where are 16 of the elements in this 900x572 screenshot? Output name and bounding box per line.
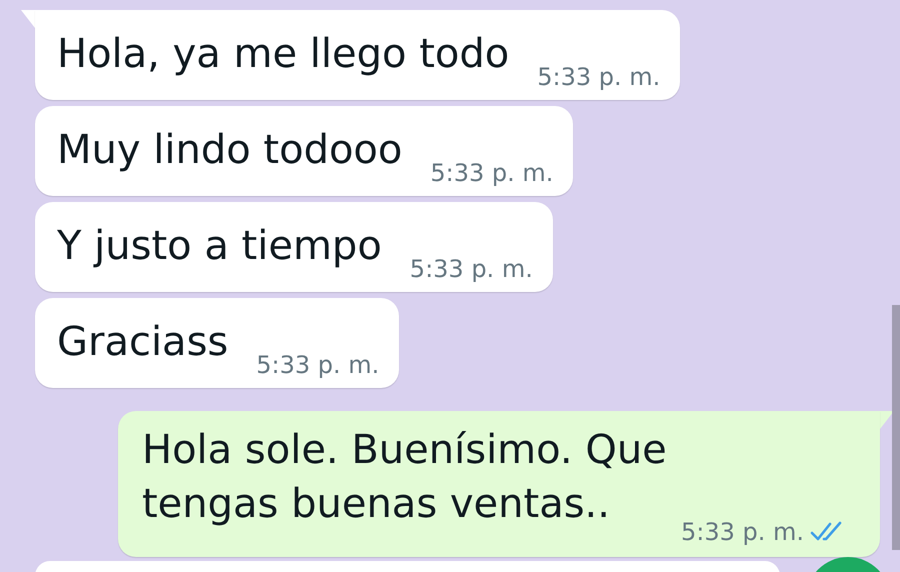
message-bubble[interactable]: Graciass 5:33 p. m. (35, 298, 400, 388)
message-text: Muy lindo todooo (57, 127, 402, 173)
message-time: 5:33 p. m. (680, 517, 804, 547)
message-bubble[interactable]: Hola, ya me llego todo 5:33 p. m. (35, 10, 680, 100)
message-time: 5:33 p. m. (537, 62, 660, 92)
message-text: Y justo a tiempo (57, 223, 382, 269)
message-bubble[interactable]: Y justo a tiempo 5:33 p. m. (35, 202, 553, 292)
scrollbar[interactable] (892, 305, 900, 550)
message-text: Hola, ya me llego todo (57, 31, 510, 77)
message-bubble[interactable]: Hola sole. Buenísimo. Que tengas buenas ventas.. 5:33 p. m. (118, 411, 880, 557)
message-text: Hola sole. Buenísimo. Que tengas buenas ventas.. (142, 426, 668, 529)
message-time: 5:33 p. m. (410, 254, 533, 284)
message-time: 5:33 p. m. (256, 350, 380, 380)
message-bubble[interactable]: Muy lindo todooo 5:33 p. m. (35, 106, 574, 196)
message-text: Graciass (57, 319, 228, 365)
message-time: 5:33 p. m. (430, 158, 554, 188)
